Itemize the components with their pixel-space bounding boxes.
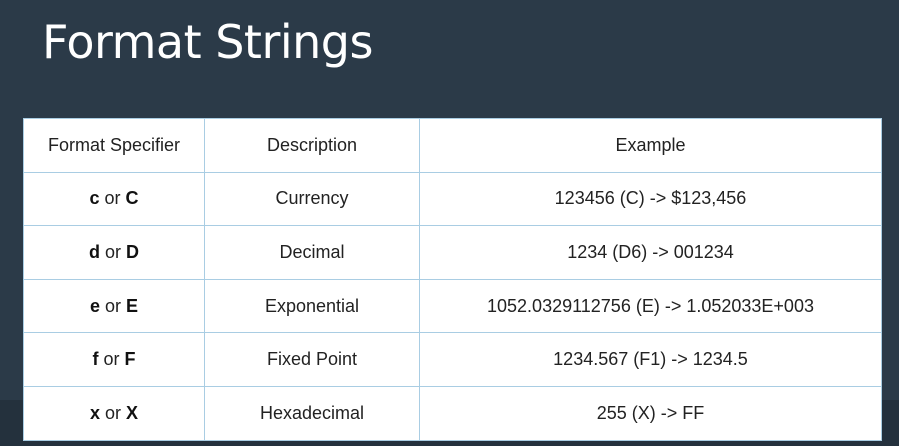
slide-title: Format Strings <box>42 15 373 69</box>
description-cell: Hexadecimal <box>204 385 420 441</box>
table-row: x or X Hexadecimal 255 (X) -> FF <box>23 385 882 441</box>
format-specifier-cell: d or D <box>23 225 205 280</box>
specifier-joiner: or <box>104 402 121 423</box>
specifier-lower: f <box>92 349 99 370</box>
table-row: c or C Currency 123456 (C) -> $123,456 <box>23 171 882 227</box>
example-cell: 1234.567 (F1) -> 1234.5 <box>419 332 882 387</box>
specifier-upper: C <box>125 188 139 209</box>
description-cell: Decimal <box>204 225 420 280</box>
specifier-joiner: or <box>104 241 121 262</box>
description-cell: Exponential <box>204 278 420 334</box>
format-specifier-cell: x or X <box>23 385 205 441</box>
description-cell: Fixed Point <box>204 332 420 387</box>
specifier-upper: E <box>126 295 139 316</box>
specifier-joiner: or <box>104 295 121 316</box>
specifier-upper: X <box>126 402 139 423</box>
specifier-upper: F <box>124 349 136 370</box>
example-cell: 1234 (D6) -> 001234 <box>419 225 882 280</box>
description-cell: Currency <box>204 171 420 227</box>
format-specifier-table: Format Specifier Description Example c o… <box>23 118 882 441</box>
specifier-lower: d <box>88 241 100 262</box>
table-header-row: Format Specifier Description Example <box>23 118 882 173</box>
specifier-lower: e <box>89 295 100 316</box>
specifier-upper: D <box>126 241 140 262</box>
example-cell: 1052.0329112756 (E) -> 1.052033E+003 <box>419 278 882 334</box>
specifier-joiner: or <box>104 188 121 209</box>
format-specifier-cell: e or E <box>23 278 205 334</box>
table-row: d or D Decimal 1234 (D6) -> 001234 <box>23 225 882 280</box>
header-format-specifier: Format Specifier <box>23 118 205 173</box>
format-specifier-cell: c or C <box>23 171 205 227</box>
header-description: Description <box>204 118 420 173</box>
specifier-lower: c <box>89 188 100 209</box>
specifier-lower: x <box>89 402 100 423</box>
format-specifier-cell: f or F <box>23 332 205 387</box>
table-row: f or F Fixed Point 1234.567 (F1) -> 1234… <box>23 332 882 387</box>
specifier-joiner: or <box>103 349 120 370</box>
format-table: Format Specifier Description Example c o… <box>23 118 882 441</box>
example-cell: 255 (X) -> FF <box>419 385 882 441</box>
header-example: Example <box>419 118 882 173</box>
example-cell: 123456 (C) -> $123,456 <box>419 171 882 227</box>
table-row: e or E Exponential 1052.0329112756 (E) -… <box>23 278 882 334</box>
